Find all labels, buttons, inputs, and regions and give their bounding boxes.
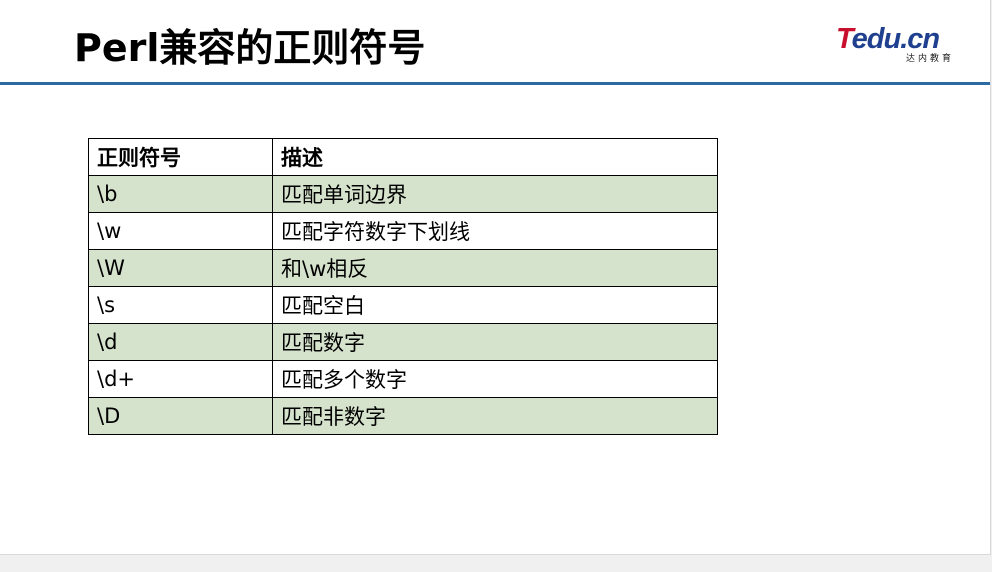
logo-subtitle: 达内教育 [905, 54, 954, 64]
regex-symbol-table: 正则符号 描述 \b 匹配单词边界 \w 匹配字符数字下划线 \W 和\w相反 … [88, 138, 718, 435]
logo-domain: edu.cn [851, 23, 940, 55]
slide-title: Perl兼容的正则符号 [74, 26, 426, 70]
cell-symbol: \b [88, 175, 273, 213]
table-row: \D 匹配非数字 [88, 397, 718, 435]
cell-description: 匹配多个数字 [272, 360, 718, 398]
cell-symbol: \s [88, 286, 273, 324]
table-row: \s 匹配空白 [88, 286, 718, 324]
cell-description: 匹配非数字 [272, 397, 718, 435]
logo-letter: T [836, 23, 853, 55]
tedu-logo: Tedu.cn 达内教育 [836, 22, 958, 66]
cell-symbol: \d [88, 323, 273, 361]
cell-symbol: \D [88, 397, 273, 435]
table-row: \d+ 匹配多个数字 [88, 360, 718, 398]
title-divider [0, 82, 990, 85]
table-row: \d 匹配数字 [88, 323, 718, 361]
cell-description: 和\w相反 [272, 249, 718, 287]
table-row: \W 和\w相反 [88, 249, 718, 287]
table-row: \b 匹配单词边界 [88, 175, 718, 213]
slide: Perl兼容的正则符号 Tedu.cn 达内教育 正则符号 描述 \b 匹配单词… [0, 0, 991, 555]
logo-wordmark: Tedu.cn [836, 22, 940, 56]
table-header-row: 正则符号 描述 [88, 138, 718, 176]
cell-description: 匹配空白 [272, 286, 718, 324]
cell-description: 匹配单词边界 [272, 175, 718, 213]
cell-symbol: \W [88, 249, 273, 287]
header-description: 描述 [272, 138, 718, 176]
header-symbol: 正则符号 [88, 138, 273, 176]
cell-symbol: \w [88, 212, 273, 250]
cell-description: 匹配数字 [272, 323, 718, 361]
table-row: \w 匹配字符数字下划线 [88, 212, 718, 250]
cell-symbol: \d+ [88, 360, 273, 398]
cell-description: 匹配字符数字下划线 [272, 212, 718, 250]
